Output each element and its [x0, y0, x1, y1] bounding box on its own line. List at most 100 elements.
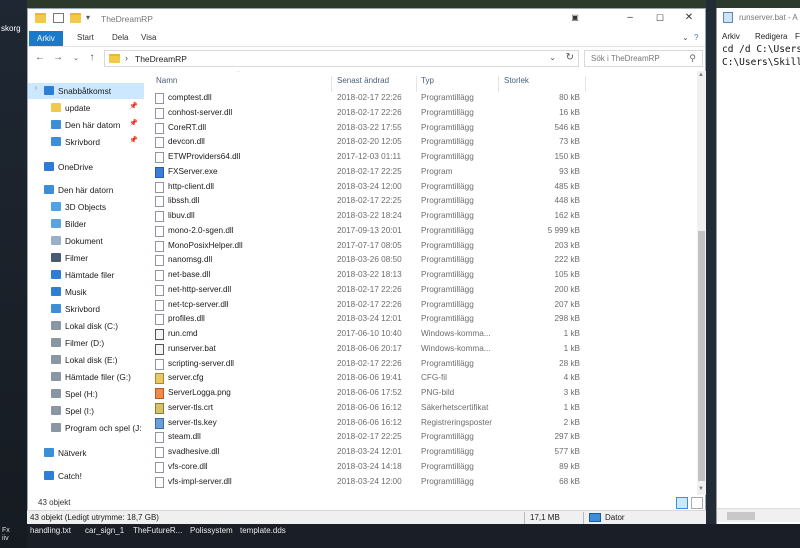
sidebar-item[interactable]: Program och spel (J: — [28, 420, 144, 436]
chevron-icon[interactable]: › — [35, 85, 37, 92]
text-line-1[interactable]: cd /d C:\Users — [722, 44, 800, 55]
text-line-2[interactable]: C:\Users\Skill — [722, 57, 800, 68]
sidebar-item[interactable]: Skrivbord 📌 — [28, 134, 144, 150]
chevron-down-icon[interactable]: ⌄ — [549, 53, 556, 62]
tab-start[interactable]: Start — [70, 32, 101, 47]
pin-icon[interactable]: 📌 — [129, 119, 138, 127]
file-row[interactable]: libssh.dll 2018-02-17 22:25 Programtillägg… — [148, 194, 696, 209]
recent-locations-icon[interactable]: ⌄ — [70, 54, 82, 62]
column-divider[interactable] — [331, 76, 332, 92]
sidebar-item[interactable]: Spel (H:) — [28, 386, 144, 402]
sidebar-item[interactable]: Filmer — [28, 250, 144, 266]
file-row[interactable]: nanomsg.dll 2018-03-26 08:50 Programtilläg… — [148, 253, 696, 268]
file-row[interactable]: conhost-server.dll 2018-02-17 22:26 Progra… — [148, 106, 696, 121]
vertical-scrollbar[interactable]: ▲ ▼ — [697, 71, 706, 495]
sidebar-item[interactable]: Den här datorn — [28, 182, 144, 198]
horizontal-scrollbar[interactable] — [717, 508, 800, 522]
scrollbar-thumb[interactable] — [727, 512, 755, 520]
column-divider[interactable] — [416, 76, 417, 92]
file-row[interactable]: ServerLogga.png 2018-06-06 17:52 PNG-bild 3… — [148, 386, 696, 401]
sidebar-item[interactable]: Skrivbord — [28, 301, 144, 317]
expand-ribbon-icon[interactable]: ⌄ — [682, 33, 689, 42]
file-row[interactable]: profiles.dll 2018-03-24 12:01 Programtillä… — [148, 312, 696, 327]
help-icon[interactable]: ? — [694, 33, 698, 42]
column-divider[interactable] — [585, 76, 586, 92]
file-row[interactable]: devcon.dll 2018-02-20 12:05 Programtillägg… — [148, 135, 696, 150]
chevron-right-icon[interactable]: › — [125, 53, 128, 63]
sidebar-item[interactable]: Nätverk — [28, 445, 144, 461]
tab-arkiv[interactable]: Arkiv — [29, 31, 63, 46]
close-button[interactable]: ✕ — [684, 13, 694, 23]
quick-access-dropdown-icon[interactable]: ▾ — [86, 13, 97, 23]
breadcrumb[interactable]: TheDreamRP — [135, 54, 187, 64]
file-row[interactable]: http-client.dll 2018-03-24 12:00 Programti… — [148, 180, 696, 195]
file-row[interactable]: server.cfg 2018-06-06 19:41 CFG-fil 4 kB — [148, 371, 696, 386]
column-size[interactable]: Storlek — [504, 76, 529, 85]
up-button[interactable]: ↑ — [86, 52, 98, 63]
pin-icon[interactable]: 📌 — [129, 102, 138, 110]
pin-icon[interactable]: 📌 — [129, 136, 138, 144]
file-row[interactable]: server-tls.key 2018-06-06 16:12 Registreri… — [148, 416, 696, 431]
desktop-file-template[interactable]: template.dds — [240, 526, 286, 535]
maximize-button[interactable]: ☐ — [655, 13, 665, 23]
sidebar-item[interactable]: OneDrive — [28, 159, 144, 175]
file-row[interactable]: net-tcp-server.dll 2018-02-17 22:26 Progra… — [148, 298, 696, 313]
file-row[interactable]: steam.dll 2018-02-17 22:25 Programtillägg 2… — [148, 430, 696, 445]
sidebar-item[interactable]: Bilder — [28, 216, 144, 232]
large-icons-view-button[interactable] — [691, 497, 703, 509]
details-view-button[interactable] — [676, 497, 688, 509]
sidebar-item[interactable]: Filmer (D:) — [28, 335, 144, 351]
sidebar-item[interactable]: Musik — [28, 284, 144, 300]
sidebar-item[interactable]: 3D Objects — [28, 199, 144, 215]
desktop-file-polissystem[interactable]: Polissystem — [190, 526, 233, 535]
menu-format[interactable]: Fo — [795, 32, 800, 41]
sidebar-item[interactable]: Den här datorn 📌 — [28, 117, 144, 133]
file-row[interactable]: MonoPosixHelper.dll 2017-07-17 08:05 Progr… — [148, 239, 696, 254]
desktop-file-thefuture[interactable]: TheFutureR... — [133, 526, 182, 535]
sidebar-item[interactable]: Lokal disk (E:) — [28, 352, 144, 368]
file-row[interactable]: CoreRT.dll 2018-03-22 17:55 Programtillägg… — [148, 121, 696, 136]
file-row[interactable]: ETWProviders64.dll 2017-12-03 01:11 Progra… — [148, 150, 696, 165]
sidebar-item[interactable]: Dokument — [28, 233, 144, 249]
file-row[interactable]: mono-2.0-sgen.dll 2017-09-13 20:01 Program… — [148, 224, 696, 239]
back-button[interactable]: ← — [34, 52, 46, 63]
address-bar[interactable]: › TheDreamRP ⌄ ↻ — [104, 50, 579, 67]
column-divider[interactable] — [498, 76, 499, 92]
file-row[interactable]: runserver.bat 2018-06-06 20:17 Windows-kom… — [148, 342, 696, 357]
minimize-button[interactable]: – — [625, 13, 635, 23]
scroll-up-icon[interactable]: ▲ — [698, 72, 704, 78]
properties-icon[interactable] — [53, 13, 64, 23]
notepad-title-bar[interactable]: runserver.bat - A — [717, 8, 800, 28]
column-name[interactable]: Namn — [156, 76, 177, 85]
sidebar-item[interactable]: Hämtade filer — [28, 267, 144, 283]
file-row[interactable]: server-tls.crt 2018-06-06 16:12 Säkerhetsc… — [148, 401, 696, 416]
sidebar-item[interactable]: Hämtade filer (G:) — [28, 369, 144, 385]
tab-visa[interactable]: Visa — [134, 32, 163, 47]
new-folder-icon[interactable] — [70, 13, 81, 23]
menu-redigera[interactable]: Redigera — [755, 32, 787, 41]
desktop-icon-label[interactable]: skorg — [1, 24, 21, 33]
sidebar-item[interactable]: update 📌 — [28, 100, 144, 116]
sidebar-item[interactable]: Lokal disk (C:) — [28, 318, 144, 334]
search-input[interactable]: Sök i TheDreamRP ⚲ — [584, 50, 703, 67]
scroll-down-icon[interactable]: ▼ — [698, 486, 704, 492]
sidebar-item[interactable]: Catch! — [28, 468, 144, 484]
file-row[interactable]: run.cmd 2017-06-10 10:40 Windows-komma... 1… — [148, 327, 696, 342]
file-row[interactable]: FXServer.exe 2018-02-17 22:25 Program 93 kB — [148, 165, 696, 180]
desktop-file-handling[interactable]: handling.txt — [30, 526, 71, 535]
file-row[interactable]: scripting-server.dll 2018-02-17 22:26 Prog… — [148, 357, 696, 372]
sidebar-item[interactable]: Spel (I:) — [28, 403, 144, 419]
menu-arkiv[interactable]: Arkiv — [722, 32, 740, 41]
file-row[interactable]: net-http-server.dll 2018-02-17 22:26 Progr… — [148, 283, 696, 298]
scrollbar-thumb[interactable] — [698, 231, 705, 481]
column-modified[interactable]: Senast ändrad — [337, 76, 389, 85]
file-row[interactable]: libuv.dll 2018-03-22 18:24 Programtillägg 1… — [148, 209, 696, 224]
file-row[interactable]: vfs-core.dll 2018-03-24 14:18 Programtillä… — [148, 460, 696, 475]
file-row[interactable]: vfs-impl-server.dll 2018-03-24 12:00 Progr… — [148, 475, 696, 490]
file-row[interactable]: svadhesive.dll 2018-03-24 12:01 Programtil… — [148, 445, 696, 460]
refresh-icon[interactable]: ↻ — [566, 52, 574, 63]
title-bar[interactable]: ▾ TheDreamRP ▣ – ☐ ✕ — [28, 9, 705, 29]
tab-dela[interactable]: Dela — [105, 32, 135, 47]
desktop-file-car-sign[interactable]: car_sign_1 — [85, 526, 124, 535]
column-type[interactable]: Typ — [421, 76, 434, 85]
